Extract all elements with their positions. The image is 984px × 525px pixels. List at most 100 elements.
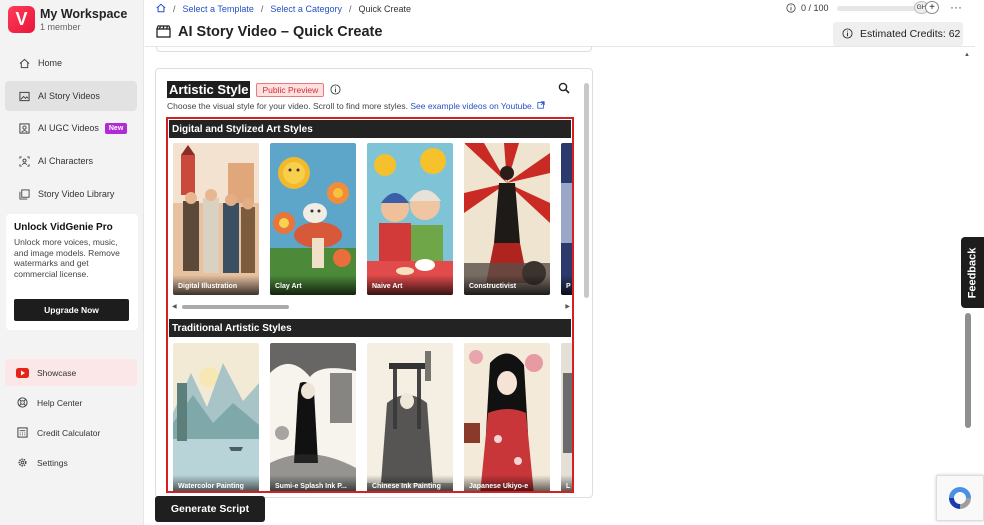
panel-description: Choose the visual style for your video. … bbox=[167, 101, 545, 111]
sidebar-item-credit-calculator[interactable]: Credit Calculator bbox=[5, 419, 137, 446]
watercolor-painting-thumbnail bbox=[173, 343, 259, 491]
new-badge: New bbox=[104, 122, 128, 134]
sidebar-item-showcase[interactable]: Showcase bbox=[5, 359, 137, 386]
style-card-constructivist[interactable]: Constructivist bbox=[464, 143, 550, 295]
style-card-watercolor-painting[interactable]: Watercolor Painting bbox=[173, 343, 259, 491]
style-card-label: Constructivist bbox=[464, 275, 550, 295]
sumi-e-thumbnail bbox=[270, 343, 356, 491]
image-icon bbox=[18, 90, 30, 102]
japanese-ukiyo-e-thumbnail bbox=[464, 343, 550, 491]
style-card-label: Japanese Ukiyo-e bbox=[464, 475, 550, 491]
recaptcha-icon bbox=[949, 487, 971, 509]
scroll-left-icon[interactable]: ◀ bbox=[172, 303, 177, 310]
style-card-label: L bbox=[561, 475, 572, 491]
character-icon bbox=[18, 155, 30, 167]
style-card-label: Digital Illustration bbox=[173, 275, 259, 295]
style-card-clay-art[interactable]: Clay Art bbox=[270, 143, 356, 295]
scroll-up-icon[interactable]: ▲ bbox=[964, 52, 970, 58]
sidebar-item-label: AI Characters bbox=[38, 156, 94, 166]
youtube-icon bbox=[15, 367, 29, 379]
lifebuoy-icon bbox=[15, 397, 29, 409]
page-title: AI Story Video – Quick Create bbox=[178, 24, 383, 40]
style-card-chinese-ink-painting[interactable]: Chinese Ink Painting bbox=[367, 343, 453, 491]
app-logo: V bbox=[8, 6, 35, 33]
sidebar: V My Workspace 1 member Home AI Story Vi… bbox=[0, 0, 144, 525]
breadcrumb-separator: / bbox=[260, 4, 264, 14]
scrollbar-thumb[interactable] bbox=[965, 313, 971, 428]
artistic-style-panel: Artistic Style Public Preview Choose the… bbox=[155, 68, 593, 498]
upgrade-promo-card: Unlock VidGenie Pro Unlock more voices, … bbox=[6, 214, 138, 330]
recaptcha-badge[interactable] bbox=[936, 475, 984, 521]
partial-thumbnail bbox=[561, 143, 572, 295]
style-card-japanese-ukiyo-e[interactable]: Japanese Ukiyo-e bbox=[464, 343, 550, 491]
sidebar-item-label: Story Video Library bbox=[38, 189, 115, 199]
naive-art-thumbnail bbox=[367, 143, 453, 295]
style-sections-highlight: Digital and Stylized Art Styles Digital … bbox=[166, 117, 574, 493]
public-preview-badge: Public Preview bbox=[256, 82, 325, 97]
upgrade-now-button[interactable]: Upgrade Now bbox=[14, 299, 129, 321]
usage-counter: 0 / 100 bbox=[786, 3, 932, 13]
user-video-icon bbox=[18, 122, 30, 134]
sidebar-item-ai-story-videos[interactable]: AI Story Videos bbox=[5, 81, 137, 111]
promo-body: Unlock more voices, music, and image mod… bbox=[14, 237, 120, 279]
workspace-switcher[interactable]: V My Workspace 1 member bbox=[8, 6, 127, 33]
search-icon[interactable] bbox=[558, 82, 570, 94]
breadcrumb-select-template[interactable]: Select a Template bbox=[183, 4, 254, 14]
style-card-label: Naive Art bbox=[367, 275, 453, 295]
style-card-label: P bbox=[561, 275, 572, 295]
style-card-label: Watercolor Painting bbox=[173, 475, 259, 491]
feedback-tab[interactable]: Feedback bbox=[961, 237, 984, 308]
breadcrumb-separator: / bbox=[348, 4, 352, 14]
scrollbar-thumb[interactable] bbox=[584, 83, 589, 298]
promo-title: Unlock VidGenie Pro bbox=[14, 222, 113, 233]
style-card-label: Sumi-e Splash Ink P... bbox=[270, 475, 356, 491]
style-card-naive-art[interactable]: Naive Art bbox=[367, 143, 453, 295]
gear-icon bbox=[15, 457, 29, 469]
breadcrumb: / Select a Template / Select a Category … bbox=[156, 3, 411, 15]
external-link-icon[interactable] bbox=[536, 101, 545, 109]
home-icon[interactable] bbox=[156, 3, 166, 15]
info-icon bbox=[786, 3, 796, 13]
panel-title: Artistic Style bbox=[167, 81, 251, 98]
style-card-partial[interactable]: L bbox=[561, 343, 572, 491]
breadcrumb-separator: / bbox=[173, 4, 176, 14]
style-card-digital-illustration[interactable]: Digital Illustration bbox=[173, 143, 259, 295]
calculator-icon bbox=[15, 427, 29, 439]
scroll-right-icon[interactable]: ▶ bbox=[565, 303, 570, 310]
sidebar-item-settings[interactable]: Settings bbox=[5, 449, 137, 476]
sidebar-item-help-center[interactable]: Help Center bbox=[5, 389, 137, 416]
clay-art-thumbnail bbox=[270, 143, 356, 295]
breadcrumb-select-category[interactable]: Select a Category bbox=[270, 4, 342, 14]
youtube-examples-link[interactable]: See example videos on Youtube. bbox=[410, 101, 534, 111]
sidebar-item-label: AI UGC Videos bbox=[38, 123, 99, 133]
usage-text: 0 / 100 bbox=[801, 3, 829, 13]
style-card-partial[interactable]: P bbox=[561, 143, 572, 295]
constructivist-thumbnail bbox=[464, 143, 550, 295]
home-icon bbox=[18, 57, 30, 69]
sidebar-item-label: Showcase bbox=[37, 367, 77, 378]
sidebar-item-ai-characters[interactable]: AI Characters bbox=[5, 146, 137, 176]
style-card-sumi-e[interactable]: Sumi-e Splash Ink P... bbox=[270, 343, 356, 491]
digital-style-cards: Digital Illustration Clay Art Naive Art … bbox=[173, 143, 572, 295]
scrollbar-thumb[interactable] bbox=[182, 305, 289, 309]
sidebar-item-story-video-library[interactable]: Story Video Library bbox=[5, 179, 137, 209]
more-options-icon[interactable]: ··· bbox=[950, 0, 962, 14]
clapperboard-icon bbox=[156, 25, 172, 39]
section-title-digital: Digital and Stylized Art Styles bbox=[169, 120, 571, 138]
panel-vertical-scrollbar[interactable] bbox=[584, 77, 590, 497]
sidebar-item-home[interactable]: Home bbox=[5, 48, 137, 78]
digital-illustration-thumbnail bbox=[173, 143, 259, 295]
generate-script-button[interactable]: Generate Script bbox=[155, 496, 265, 522]
partial-thumbnail bbox=[561, 343, 572, 491]
sidebar-item-label: Settings bbox=[37, 457, 68, 468]
sidebar-item-ai-ugc-videos[interactable]: AI UGC Videos New bbox=[5, 113, 137, 143]
horizontal-scrollbar[interactable]: ◀ ▶ bbox=[172, 303, 570, 311]
style-card-label: Clay Art bbox=[270, 275, 356, 295]
feedback-label: Feedback bbox=[966, 247, 979, 298]
section-title-traditional: Traditional Artistic Styles bbox=[169, 319, 571, 337]
description-text: Choose the visual style for your video. … bbox=[167, 101, 408, 111]
info-icon[interactable] bbox=[330, 84, 341, 95]
library-icon bbox=[18, 188, 30, 200]
add-member-icon[interactable]: + bbox=[925, 1, 939, 14]
estimated-credits-badge: Estimated Credits: 62 bbox=[833, 22, 963, 46]
